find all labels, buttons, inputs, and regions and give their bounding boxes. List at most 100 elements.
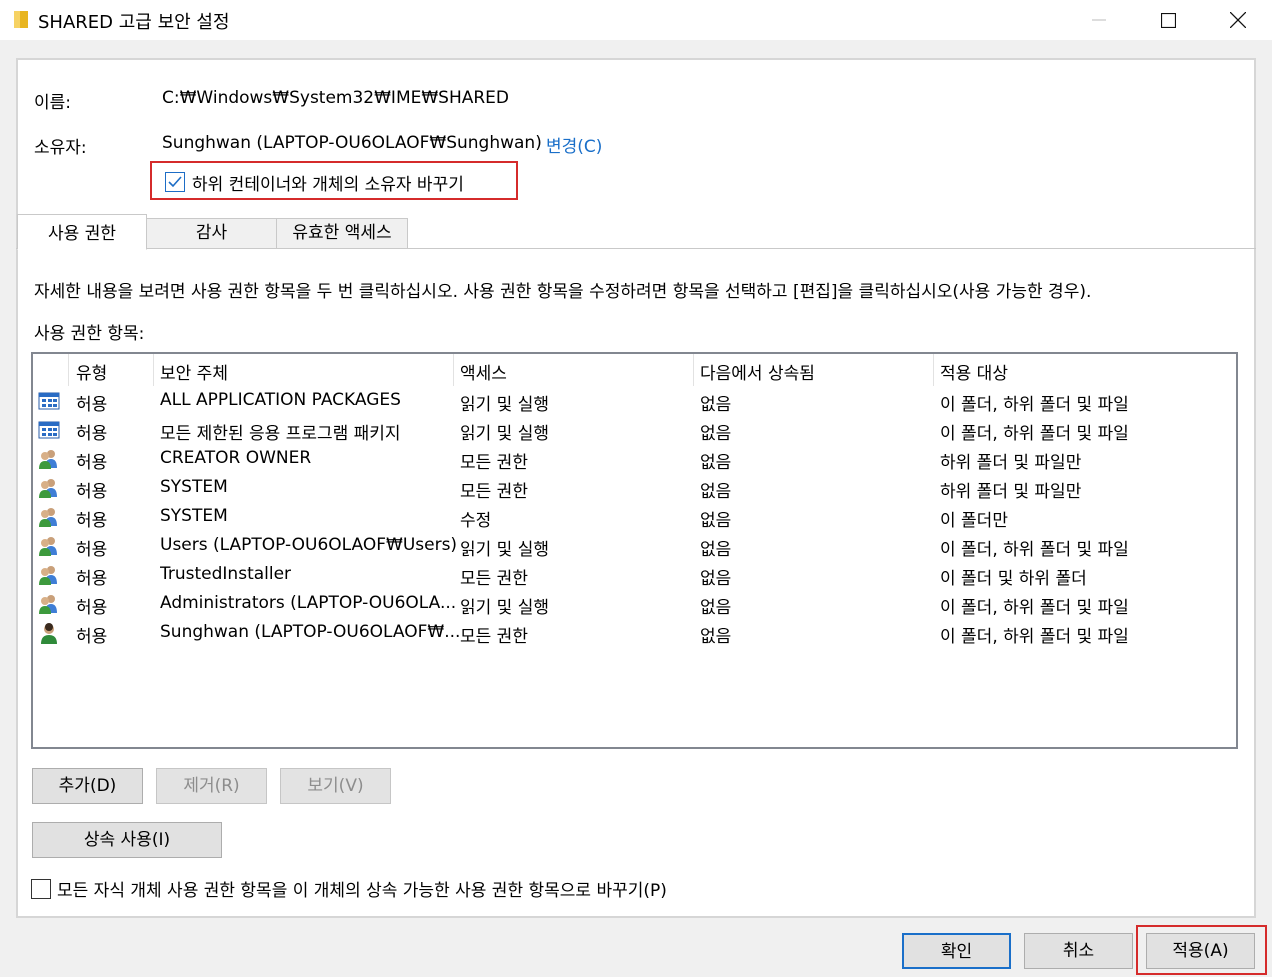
cell-access: 모든 권한 [460, 627, 528, 647]
cancel-button[interactable]: 취소 [1024, 933, 1133, 969]
column-separator [68, 354, 69, 386]
permissions-description: 자세한 내용을 보려면 사용 권한 항목을 두 번 클릭하십시오. 사용 권한 … [34, 282, 1092, 302]
column-header-applies-to[interactable]: 적용 대상 [940, 359, 1008, 384]
cell-applies-to: 이 폴더 및 하위 폴더 [940, 569, 1087, 589]
group-icon [38, 535, 60, 557]
cell-access: 모든 권한 [460, 569, 528, 589]
list-header: 유형 보안 주체 액세스 다음에서 상속됨 적용 대상 [33, 354, 1236, 386]
tab-permissions[interactable]: 사용 권한 [17, 214, 147, 250]
table-row[interactable]: 허용 TrustedInstaller 모든 권한 없음 이 폴더 및 하위 폴더 [33, 561, 1236, 590]
replace-owner-highlight: 하위 컨테이너와 개체의 소유자 바꾸기 [150, 161, 518, 200]
cell-applies-to: 이 폴더, 하위 폴더 및 파일 [940, 598, 1129, 618]
name-label: 이름: [34, 93, 72, 113]
cell-inherited: 없음 [700, 395, 732, 415]
table-row[interactable]: 허용 SYSTEM 모든 권한 없음 하위 폴더 및 파일만 [33, 474, 1236, 503]
minimize-button[interactable] [1064, 0, 1134, 40]
cell-inherited: 없음 [700, 540, 732, 560]
cell-access: 모든 권한 [460, 453, 528, 473]
tab-audit[interactable]: 감사 [146, 218, 277, 249]
table-row[interactable]: 허용 모든 제한된 응용 프로그램 패키지 읽기 및 실행 없음 이 폴더, 하위 폴더… [33, 416, 1236, 445]
cell-applies-to: 이 폴더, 하위 폴더 및 파일 [940, 424, 1129, 444]
cell-inherited: 없음 [700, 627, 732, 647]
group-icon [38, 448, 60, 470]
cell-principal: Users (LAPTOP-OU6OLAOF₩Users) [160, 535, 458, 555]
table-row[interactable]: 허용 SYSTEM 수정 없음 이 폴더만 [33, 503, 1236, 532]
title-bar: SHARED 고급 보안 설정 [0, 0, 1272, 40]
group-icon [38, 506, 60, 528]
column-header-access[interactable]: 액세스 [460, 359, 507, 384]
app-packages-icon [38, 390, 60, 412]
replace-owner-label[interactable]: 하위 컨테이너와 개체의 소유자 바꾸기 [192, 170, 464, 195]
cell-type: 허용 [76, 569, 108, 589]
table-row[interactable]: 허용 Sunghwan (LAPTOP-OU6OLAOF₩... 모든 권한 없음 이 … [33, 619, 1236, 648]
group-icon [38, 477, 60, 499]
group-icon [38, 564, 60, 586]
cell-applies-to: 이 폴더, 하위 폴더 및 파일 [940, 627, 1129, 647]
replace-child-permissions-checkbox[interactable] [31, 879, 51, 899]
cell-type: 허용 [76, 598, 108, 618]
column-separator [693, 354, 694, 386]
cell-principal: Sunghwan (LAPTOP-OU6OLAOF₩... [160, 622, 461, 642]
checkmark-icon [168, 176, 182, 188]
column-separator [453, 354, 454, 386]
cell-access: 읽기 및 실행 [460, 598, 550, 618]
cell-principal: TrustedInstaller [160, 564, 292, 584]
cell-access: 읽기 및 실행 [460, 424, 550, 444]
apply-button[interactable]: 적용(A) [1146, 933, 1255, 969]
app-packages-icon [38, 419, 60, 441]
column-header-principal[interactable]: 보안 주체 [160, 359, 228, 384]
column-separator [933, 354, 934, 386]
group-icon [38, 593, 60, 615]
cell-applies-to: 이 폴더, 하위 폴더 및 파일 [940, 540, 1129, 560]
cell-access: 수정 [460, 511, 492, 531]
cell-type: 허용 [76, 424, 108, 444]
tab-effective-access[interactable]: 유효한 액세스 [276, 218, 408, 249]
remove-button[interactable]: 제거(R) [156, 768, 267, 804]
cell-inherited: 없음 [700, 453, 732, 473]
ok-button[interactable]: 확인 [902, 933, 1011, 969]
cell-principal: ALL APPLICATION PACKAGES [160, 390, 401, 410]
cell-principal: Administrators (LAPTOP-OU6OLA... [160, 593, 457, 613]
cell-applies-to: 하위 폴더 및 파일만 [940, 482, 1082, 502]
cell-principal: SYSTEM [160, 477, 228, 497]
enable-inheritance-button[interactable]: 상속 사용(I) [32, 822, 222, 858]
cell-type: 허용 [76, 540, 108, 560]
column-header-type[interactable]: 유형 [76, 359, 107, 384]
table-row[interactable]: 허용 CREATOR OWNER 모든 권한 없음 하위 폴더 및 파일만 [33, 445, 1236, 474]
cell-inherited: 없음 [700, 482, 732, 502]
close-button[interactable] [1203, 0, 1272, 40]
replace-child-permissions-label[interactable]: 모든 자식 개체 사용 권한 항목을 이 개체의 상속 가능한 사용 권한 항목… [57, 876, 667, 901]
maximize-button[interactable] [1133, 0, 1203, 40]
cell-access: 모든 권한 [460, 482, 528, 502]
cell-type: 허용 [76, 482, 108, 502]
column-header-inherited[interactable]: 다음에서 상속됨 [700, 359, 815, 384]
cell-principal: CREATOR OWNER [160, 448, 312, 468]
cell-inherited: 없음 [700, 424, 732, 444]
column-separator [153, 354, 154, 386]
cell-principal: SYSTEM [160, 506, 228, 526]
cell-inherited: 없음 [700, 511, 732, 531]
replace-owner-checkbox[interactable] [165, 172, 185, 192]
table-row[interactable]: 허용 ALL APPLICATION PACKAGES 읽기 및 실행 없음 이 폴더,… [33, 387, 1236, 416]
owner-value: Sunghwan (LAPTOP-OU6OLAOF₩Sunghwan) [162, 133, 542, 153]
cell-access: 읽기 및 실행 [460, 395, 550, 415]
cell-type: 허용 [76, 627, 108, 647]
close-icon [1230, 12, 1246, 28]
cell-inherited: 없음 [700, 598, 732, 618]
cell-type: 허용 [76, 453, 108, 473]
table-row[interactable]: 허용 Administrators (LAPTOP-OU6OLA... 읽기 및 실… [33, 590, 1236, 619]
cell-inherited: 없음 [700, 569, 732, 589]
maximize-icon [1160, 12, 1176, 28]
folder-icon [14, 11, 28, 28]
cell-applies-to: 이 폴더, 하위 폴더 및 파일 [940, 395, 1129, 415]
owner-label: 소유자: [34, 138, 87, 158]
view-button[interactable]: 보기(V) [280, 768, 391, 804]
window-title: SHARED 고급 보안 설정 [38, 12, 230, 33]
add-button[interactable]: 추가(D) [32, 768, 143, 804]
minimize-icon [1092, 19, 1106, 21]
change-owner-link[interactable]: 변경(C) [546, 132, 602, 157]
permission-entries-list[interactable]: 유형 보안 주체 액세스 다음에서 상속됨 적용 대상 허용 ALL APPLIC… [31, 352, 1238, 749]
permission-entries-title: 사용 권한 항목: [34, 324, 145, 344]
cell-applies-to: 이 폴더만 [940, 511, 1008, 531]
table-row[interactable]: 허용 Users (LAPTOP-OU6OLAOF₩Users) 읽기 및 실행 없음… [33, 532, 1236, 561]
